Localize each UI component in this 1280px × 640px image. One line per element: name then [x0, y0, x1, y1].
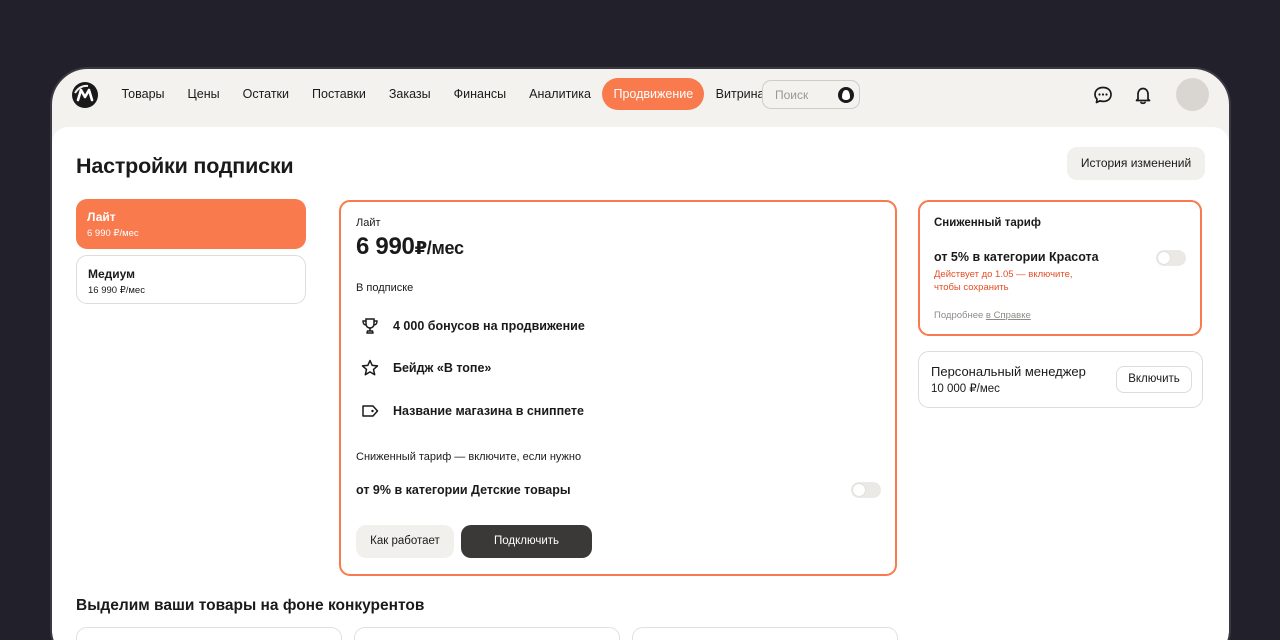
nav-item-supplies[interactable]: Поставки — [301, 78, 378, 110]
chat-icon[interactable] — [1093, 85, 1113, 105]
reduced-tariff-toggle[interactable] — [851, 482, 881, 498]
toggle-knob — [1158, 252, 1170, 264]
main-content: Настройки подписки История изменений Лай… — [52, 127, 1229, 640]
history-button[interactable]: История изменений — [1067, 147, 1205, 180]
personal-manager-card: Персональный менеджер 10 000 ₽/мес Включ… — [918, 351, 1203, 408]
promo-card[interactable] — [354, 627, 620, 640]
search-input[interactable]: Поиск — [762, 80, 860, 109]
nav-item-stock[interactable]: Остатки — [231, 78, 300, 110]
tariff-item-medium[interactable]: Медиум 16 990 ₽/мес — [76, 255, 306, 304]
plan-price: 6 990₽/мес — [356, 233, 464, 261]
feature-item: Бейдж «В топе» — [360, 358, 491, 378]
feature-item: 4 000 бонусов на продвижение — [360, 316, 585, 336]
reduced-tariff-label: Сниженный тариф — включите, если нужно — [356, 451, 582, 463]
search-assistant-icon[interactable] — [837, 86, 855, 104]
avatar[interactable] — [1176, 78, 1209, 111]
more-info-prefix: Подробнее — [934, 310, 986, 321]
nav-item-prices[interactable]: Цены — [176, 78, 231, 110]
reduced-tariff-category: от 5% в категории Красота — [934, 250, 1099, 264]
section-title: Выделим ваши товары на фоне конкурентов — [76, 597, 425, 614]
bell-icon[interactable] — [1133, 85, 1153, 105]
tariff-item-lite[interactable]: Лайт 6 990 ₽/мес — [76, 199, 306, 249]
price-unit: ₽/мес — [414, 238, 464, 258]
feature-text: 4 000 бонусов на продвижение — [393, 319, 585, 333]
nav-item-analytics[interactable]: Аналитика — [518, 78, 603, 110]
nav-item-products[interactable]: Товары — [110, 78, 176, 110]
top-navigation-bar: Товары Цены Остатки Поставки Заказы Фина… — [52, 69, 1229, 127]
promo-card[interactable] — [632, 627, 898, 640]
beauty-tariff-toggle[interactable] — [1156, 250, 1186, 266]
plan-name: Лайт — [356, 217, 381, 229]
feature-item: Название магазина в сниппете — [360, 401, 584, 421]
promo-card[interactable] — [76, 627, 342, 640]
reduced-tariff-title: Сниженный тариф — [934, 217, 1041, 229]
page-title: Настройки подписки — [76, 154, 294, 178]
manager-title: Персональный менеджер — [931, 364, 1086, 379]
connect-button[interactable]: Подключить — [461, 525, 592, 558]
reduced-tariff-card: Сниженный тариф от 5% в категории Красот… — [918, 200, 1202, 336]
tag-icon — [362, 405, 379, 417]
nav-item-finance[interactable]: Финансы — [442, 78, 517, 110]
reduced-tariff-category: от 9% в категории Детские товары — [356, 483, 571, 497]
app-window: Товары Цены Остатки Поставки Заказы Фина… — [50, 67, 1231, 640]
enable-manager-button[interactable]: Включить — [1116, 366, 1192, 393]
market-logo-icon[interactable] — [71, 81, 99, 109]
reduced-tariff-warning: Действует до 1.05 — включите, чтобы сохр… — [934, 269, 1073, 293]
nav-item-promotion[interactable]: Продвижение — [602, 78, 705, 110]
tariff-price: 6 990 ₽/мес — [87, 228, 139, 239]
main-nav: Товары Цены Остатки Поставки Заказы Фина… — [110, 78, 776, 110]
trophy-icon — [362, 318, 378, 334]
star-icon — [361, 359, 379, 376]
feature-text: Название магазина в сниппете — [393, 404, 584, 418]
included-label: В подписке — [356, 282, 414, 294]
nav-item-orders[interactable]: Заказы — [377, 78, 442, 110]
feature-text: Бейдж «В топе» — [393, 361, 492, 375]
search-placeholder: Поиск — [775, 88, 809, 102]
more-info: Подробнее в Справке — [934, 310, 1031, 321]
manager-price: 10 000 ₽/мес — [931, 383, 1000, 395]
toggle-knob — [853, 484, 865, 496]
help-link[interactable]: в Справке — [986, 310, 1031, 321]
tariff-name: Лайт — [87, 210, 116, 224]
tariff-price: 16 990 ₽/мес — [88, 285, 145, 296]
tariff-name: Медиум — [88, 267, 136, 281]
price-value: 6 990 — [356, 233, 415, 260]
subscription-card: Лайт 6 990₽/мес В подписке 4 000 бонусов… — [339, 200, 897, 576]
how-it-works-button[interactable]: Как работает — [356, 525, 454, 558]
